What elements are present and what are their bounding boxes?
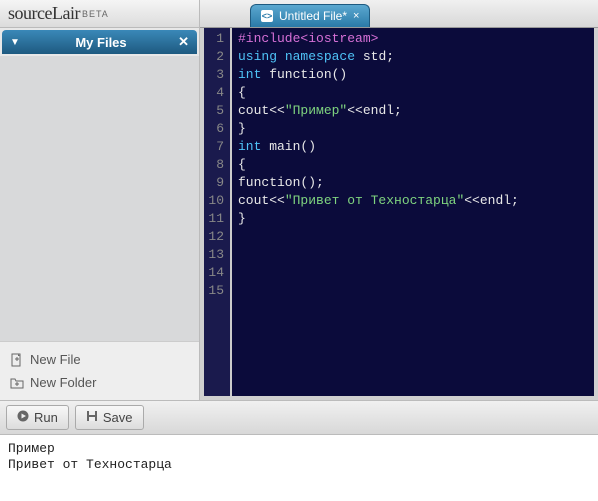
code-line[interactable]: { (238, 84, 588, 102)
run-label: Run (34, 410, 58, 425)
code-line[interactable]: int main() (238, 138, 588, 156)
save-label: Save (103, 410, 133, 425)
collapse-arrow-icon[interactable]: ▼ (10, 37, 20, 48)
line-number: 13 (208, 246, 224, 264)
new-file-button[interactable]: New File (4, 348, 195, 371)
panel-title: My Files (24, 35, 178, 50)
line-gutter: 123456789101112131415 (204, 28, 232, 396)
panel-close-icon[interactable]: ✕ (178, 34, 189, 50)
code-line[interactable]: { (238, 156, 588, 174)
line-number: 2 (208, 48, 224, 66)
save-icon (86, 410, 98, 425)
files-panel-header[interactable]: ▼ My Files ✕ (2, 30, 197, 54)
code-line[interactable]: } (238, 120, 588, 138)
line-number: 9 (208, 174, 224, 192)
file-type-icon: <> (261, 10, 273, 22)
line-number: 8 (208, 156, 224, 174)
code-line[interactable]: int function() (238, 66, 588, 84)
run-button[interactable]: Run (6, 405, 69, 430)
code-line[interactable]: cout<<"Привет от Техностарца"<<endl; (238, 192, 588, 210)
code-line[interactable]: cout<<"Пример"<<endl; (238, 102, 588, 120)
sidebar: sourceLair BETA ▼ My Files ✕ New File (0, 0, 200, 400)
line-number: 15 (208, 282, 224, 300)
line-number: 4 (208, 84, 224, 102)
line-number: 3 (208, 66, 224, 84)
console-line: Пример (8, 441, 590, 457)
code-line[interactable]: function(); (238, 174, 588, 192)
line-number: 5 (208, 102, 224, 120)
code-content[interactable]: #include<iostream>using namespace std;in… (232, 28, 594, 396)
line-number: 10 (208, 192, 224, 210)
console-line: Привет от Техностарца (8, 457, 590, 473)
app-root: sourceLair BETA ▼ My Files ✕ New File (0, 0, 598, 501)
new-folder-label: New Folder (30, 375, 96, 390)
code-line[interactable]: } (238, 210, 588, 228)
editor-area: <> Untitled File* × 12345678910111213141… (200, 0, 598, 400)
tab-bar: <> Untitled File* × (200, 0, 598, 28)
sidebar-actions: New File New Folder (0, 341, 199, 400)
line-number: 1 (208, 30, 224, 48)
line-number: 12 (208, 228, 224, 246)
new-file-icon (10, 353, 24, 367)
code-editor[interactable]: 123456789101112131415 #include<iostream>… (200, 28, 598, 400)
code-line[interactable]: using namespace std; (238, 48, 588, 66)
top-region: sourceLair BETA ▼ My Files ✕ New File (0, 0, 598, 400)
output-console[interactable]: ПримерПривет от Техностарца (0, 435, 598, 501)
logo-beta: BETA (82, 9, 109, 19)
line-number: 11 (208, 210, 224, 228)
logo: sourceLair BETA (0, 0, 199, 28)
tab-close-icon[interactable]: × (353, 10, 359, 22)
new-file-label: New File (30, 352, 81, 367)
play-icon (17, 410, 29, 425)
tab-active[interactable]: <> Untitled File* × (250, 4, 370, 27)
line-number: 7 (208, 138, 224, 156)
code-line[interactable]: #include<iostream> (238, 30, 588, 48)
save-button[interactable]: Save (75, 405, 144, 430)
tab-title: Untitled File* (279, 9, 347, 23)
file-tree[interactable] (0, 56, 199, 341)
new-folder-button[interactable]: New Folder (4, 371, 195, 394)
new-folder-icon (10, 376, 24, 390)
logo-text: sourceLair (8, 3, 80, 24)
toolbar: Run Save (0, 400, 598, 435)
line-number: 14 (208, 264, 224, 282)
line-number: 6 (208, 120, 224, 138)
